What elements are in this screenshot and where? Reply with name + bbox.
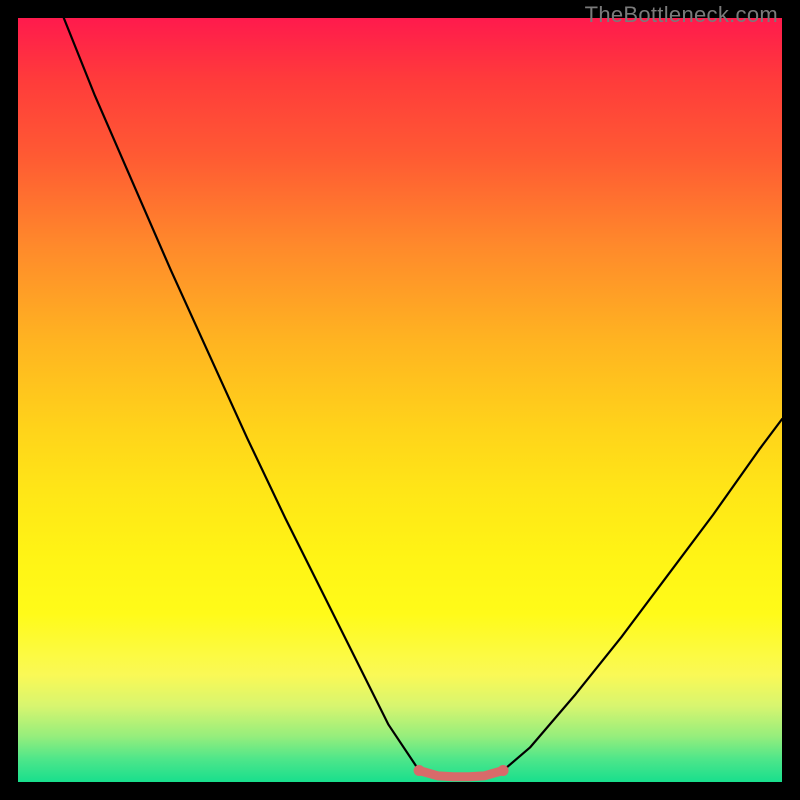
watermark-label: TheBottleneck.com [585, 2, 778, 28]
plot-area [18, 18, 782, 782]
bottleneck-chart: TheBottleneck.com [0, 0, 800, 800]
